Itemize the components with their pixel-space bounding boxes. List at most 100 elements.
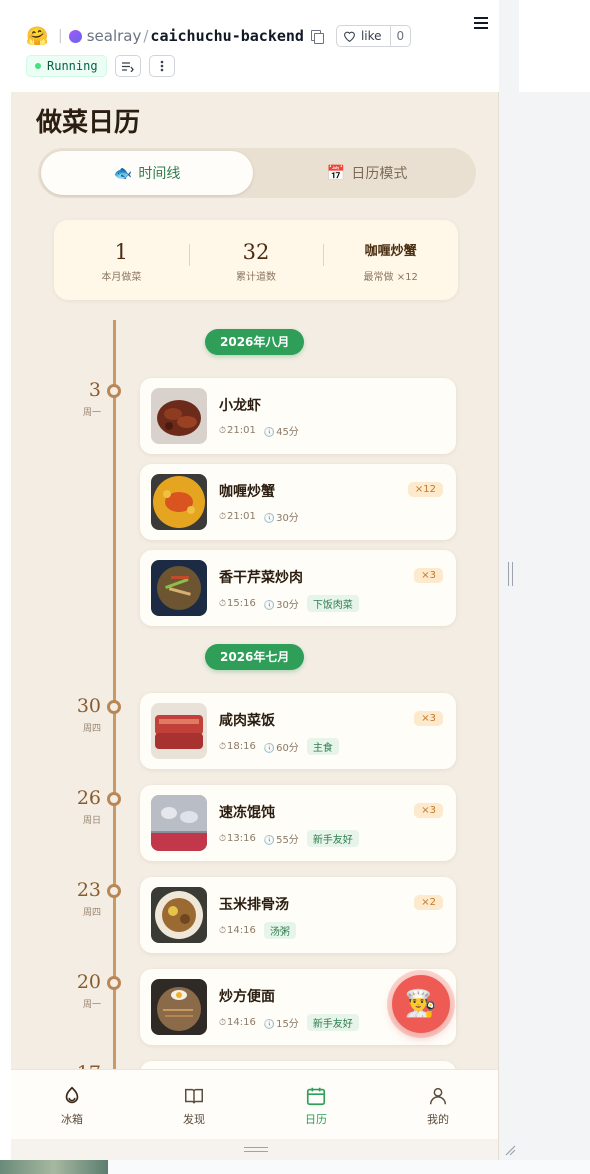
- hugging-face-logo-icon[interactable]: 🤗: [26, 26, 48, 47]
- category-tag: 汤粥: [263, 922, 296, 939]
- repo-name-link[interactable]: caichuchu-backend: [150, 27, 304, 45]
- logs-button[interactable]: [114, 55, 141, 77]
- weekday-label: 周日: [82, 816, 101, 826]
- nav-item-fridge[interactable]: 冰箱: [11, 1070, 133, 1139]
- stat-most-cooked: 咖喱炒蟹 最常做 ×12: [323, 238, 458, 283]
- dish-photo: [151, 703, 207, 759]
- tab-timeline-label: 时间线: [138, 166, 181, 182]
- day-number: 26: [76, 787, 101, 809]
- logs-icon: [122, 61, 134, 72]
- dish-card[interactable]: 速冻馄饨 ×3 ⏱13:16 🕔55分 新手友好: [140, 785, 456, 861]
- timeline-node: [107, 976, 121, 990]
- heart-icon: [344, 31, 355, 42]
- owner-avatar[interactable]: [68, 29, 82, 43]
- path-separator: /: [143, 27, 149, 45]
- status-badge[interactable]: Running: [26, 55, 107, 77]
- cook-duration: 🕔45分: [264, 423, 299, 438]
- dish-card[interactable]: 香干芹菜炒肉 ×3 ⏱15:16 🕔30分 下饭肉菜: [140, 550, 456, 626]
- view-mode-switch: 🐟 时间线 📅 日历模式: [38, 148, 476, 198]
- day-number: 30: [76, 695, 101, 717]
- category-tag: 新手友好: [306, 1014, 359, 1031]
- category-tag: 下饭肉菜: [306, 595, 359, 612]
- cook-duration: 🕔55分: [264, 831, 299, 846]
- cook-count-badge: ×12: [407, 482, 443, 497]
- person-icon: [429, 1087, 447, 1105]
- cook-time-value: 21:01: [227, 511, 256, 522]
- cook-time: ⏱14:16: [219, 925, 256, 936]
- cook-duration: 🕔30分: [264, 509, 299, 524]
- nav-label: 日历: [305, 1113, 327, 1126]
- chef-fab-button[interactable]: 👨‍🍳: [392, 975, 450, 1033]
- owner-link[interactable]: sealray: [87, 27, 142, 45]
- weekday-label: 周一: [82, 408, 101, 418]
- timeline-node: [107, 384, 121, 398]
- cook-time: ⏱21:01: [219, 425, 256, 436]
- like-button[interactable]: like 0: [335, 25, 412, 47]
- background-strip-light: [108, 1160, 590, 1174]
- cook-count-badge: ×3: [414, 803, 443, 818]
- more-options-button[interactable]: [148, 55, 175, 77]
- background-strip: [0, 1160, 108, 1174]
- dish-card[interactable]: 小龙虾 ⏱21:01 🕔45分: [140, 378, 456, 454]
- cook-time: ⏱18:16: [219, 741, 256, 752]
- menu-icon[interactable]: [474, 17, 488, 29]
- dish-photo: [151, 388, 207, 444]
- cook-duration-value: 60分: [276, 743, 299, 754]
- tab-timeline[interactable]: 🐟 时间线: [41, 151, 253, 195]
- category-tag: 主食: [306, 738, 339, 755]
- dish-card[interactable]: 咖喱炒蟹 ×12 ⏱21:01 🕔30分: [140, 464, 456, 540]
- gutter-top: [499, 0, 519, 92]
- nav-item-profile[interactable]: 我的: [377, 1070, 498, 1139]
- category-tag: 新手友好: [306, 830, 359, 847]
- clock-icon: ⏱: [219, 926, 227, 936]
- timer-icon: 🕔: [263, 1020, 276, 1030]
- clock-icon: ⏱: [219, 512, 227, 522]
- cook-duration-value: 45分: [276, 427, 299, 438]
- dish-photo: [151, 979, 207, 1035]
- cook-time-value: 15:16: [227, 598, 256, 609]
- month-header: 2026年七月: [205, 644, 305, 670]
- cook-time: ⏱13:16: [219, 833, 256, 844]
- copy-icon[interactable]: [310, 29, 324, 44]
- timer-icon: 🕔: [263, 601, 276, 611]
- cook-count-badge: ×3: [414, 568, 443, 583]
- dish-name: 小龙虾: [219, 398, 261, 414]
- day-number: 23: [76, 879, 101, 901]
- timeline-node: [107, 700, 121, 714]
- dish-photo: [151, 474, 207, 530]
- weekday-label: 周四: [82, 908, 101, 918]
- side-resize-handle[interactable]: [508, 562, 513, 586]
- cook-count-badge: ×3: [414, 711, 443, 726]
- day-number: 3: [88, 379, 101, 401]
- tab-calendar[interactable]: 📅 日历模式: [261, 151, 473, 195]
- cook-duration-value: 15分: [276, 1019, 299, 1030]
- bottom-resize-handle[interactable]: [244, 1147, 268, 1152]
- cook-time: ⏱21:01: [219, 511, 256, 522]
- calendar-emoji-icon: 📅: [326, 164, 346, 182]
- dish-meta: ⏱14:16 汤粥: [219, 922, 296, 939]
- stats-card: 1 本月做菜 32 累计道数 咖喱炒蟹 最常做 ×12: [54, 220, 458, 300]
- nav-item-discover[interactable]: 发现: [133, 1070, 255, 1139]
- dish-photo: [151, 887, 207, 943]
- clock-icon: ⏱: [219, 1018, 227, 1028]
- dish-photo: [151, 560, 207, 616]
- vertical-dots-icon: [160, 60, 163, 72]
- cook-time: ⏱14:16: [219, 1017, 256, 1028]
- dish-name: 炒方便面: [219, 989, 275, 1005]
- resize-grip-icon[interactable]: [504, 1144, 516, 1156]
- dish-card[interactable]: 玉米排骨汤 ×2 ⏱14:16 汤粥: [140, 877, 456, 953]
- stat-value: 1: [114, 239, 129, 264]
- day-number: 20: [76, 971, 101, 993]
- stat-value: 咖喱炒蟹: [364, 243, 417, 259]
- clock-icon: ⏱: [219, 742, 227, 752]
- cook-duration: 🕔15分: [264, 1015, 299, 1030]
- like-label: like: [360, 29, 382, 43]
- cook-duration-value: 30分: [276, 600, 299, 611]
- dish-meta: ⏱21:01 🕔30分: [219, 509, 299, 524]
- dish-meta: ⏱18:16 🕔60分 主食: [219, 738, 339, 755]
- app-frame: 做菜日历 🐟 时间线 📅 日历模式 1 本月做菜 32 累计道数 咖喱炒蟹 最常…: [11, 92, 499, 1174]
- nav-item-calendar[interactable]: 日历: [255, 1070, 377, 1139]
- dish-name: 咖喱炒蟹: [219, 484, 275, 500]
- fish-icon: 🐟: [113, 164, 133, 182]
- dish-card[interactable]: 咸肉菜饭 ×3 ⏱18:16 🕔60分 主食: [140, 693, 456, 769]
